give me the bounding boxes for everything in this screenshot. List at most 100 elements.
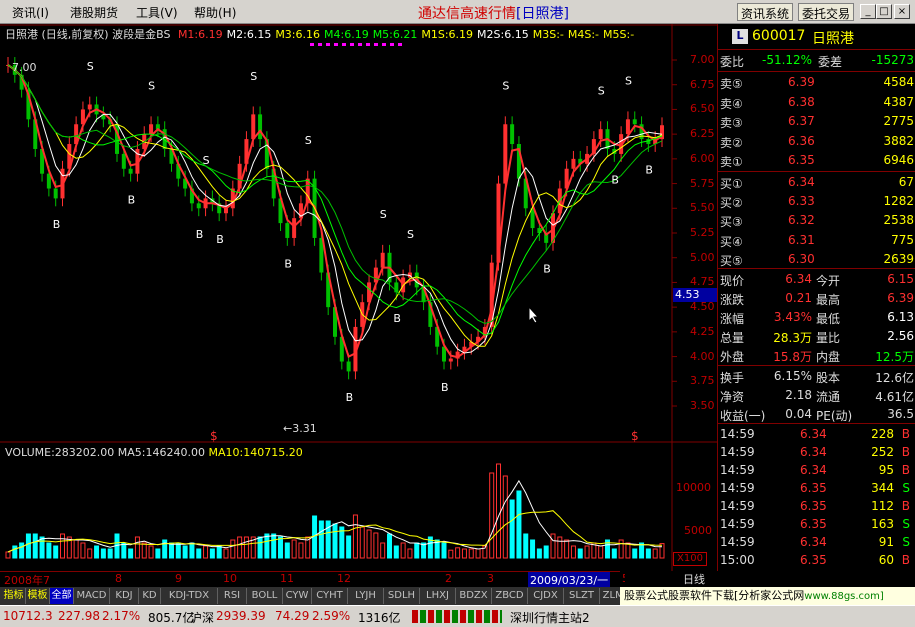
trade-button[interactable]: 委托交易 bbox=[798, 3, 855, 21]
sell-mark: S bbox=[502, 80, 509, 93]
price-tick: 5.00 bbox=[690, 250, 715, 264]
tab-zbcd[interactable]: ZBCD bbox=[492, 588, 528, 604]
close-button[interactable]: × bbox=[894, 4, 910, 19]
tick-row[interactable]: 14:59 6.34 228 B bbox=[718, 425, 915, 444]
volume-bar bbox=[496, 463, 501, 559]
sell-mark: S bbox=[407, 228, 414, 241]
volume-bar bbox=[87, 548, 93, 559]
tick-volume: 91 bbox=[878, 535, 894, 549]
period-label[interactable]: 日线 bbox=[625, 571, 717, 587]
high-label: 7.00 bbox=[12, 61, 37, 74]
sell-level-row[interactable]: 卖④ 6.38 4387 bbox=[718, 93, 915, 112]
sh-amount: 805.7亿 bbox=[148, 611, 195, 625]
tab-模板[interactable]: 模板 bbox=[26, 588, 50, 604]
tick-time: 14:59 bbox=[720, 427, 755, 441]
menu-tools[interactable]: 工具(V) bbox=[136, 4, 178, 21]
tab-kd[interactable]: KD bbox=[139, 588, 161, 604]
volume-bar bbox=[134, 536, 140, 559]
tab-bdzx[interactable]: BDZX bbox=[456, 588, 492, 604]
candle-body bbox=[503, 124, 508, 184]
buy-level-row[interactable]: 买③ 6.32 2538 bbox=[718, 211, 915, 230]
tab-kdj[interactable]: KDJ bbox=[110, 588, 139, 604]
ma-label: M2:6.15 bbox=[226, 28, 272, 41]
candle-body bbox=[121, 153, 126, 169]
volume-bar bbox=[291, 539, 297, 559]
sz-label: 沪深 bbox=[190, 611, 215, 625]
tab-rsi[interactable]: RSI bbox=[218, 588, 247, 604]
tick-row[interactable]: 14:59 6.34 91 S bbox=[718, 533, 915, 552]
menu-info[interactable]: 资讯(I) bbox=[12, 4, 49, 21]
date-label: 3 bbox=[487, 572, 494, 585]
stat-value: 28.3万 bbox=[773, 331, 812, 345]
tick-row[interactable]: 14:59 6.34 252 B bbox=[718, 443, 915, 462]
volume-bar bbox=[182, 545, 188, 559]
volume-bar bbox=[564, 539, 570, 559]
maximize-button[interactable]: □ bbox=[876, 4, 892, 19]
tab-lyjh[interactable]: LYJH bbox=[348, 588, 384, 604]
download-banner[interactable]: 股票公式股票软件下载[分析家公式网www.88gs.com] bbox=[620, 587, 915, 605]
signal-dot bbox=[374, 43, 378, 46]
fundamental-label: 净资 bbox=[720, 390, 745, 404]
volume-bar bbox=[5, 551, 11, 559]
stat-value: 3.43% bbox=[773, 310, 812, 324]
volume-bar bbox=[516, 490, 522, 559]
stat-label: 涨跌 bbox=[720, 293, 745, 307]
buy-level-row[interactable]: 买② 6.33 1282 bbox=[718, 192, 915, 211]
signal-dot bbox=[310, 43, 314, 46]
tab-macd[interactable]: MACD bbox=[74, 588, 110, 604]
volume-tick-10000: 10000 bbox=[676, 481, 711, 494]
buy-mark: B bbox=[53, 218, 61, 231]
tab-cyw[interactable]: CYW bbox=[283, 588, 312, 604]
ma-label: M3S:- bbox=[532, 28, 564, 41]
level-price: 6.38 bbox=[788, 94, 815, 109]
volume-bar bbox=[645, 548, 651, 559]
volume-bar bbox=[359, 526, 365, 559]
tab-cjdx[interactable]: CJDX bbox=[528, 588, 564, 604]
kline-chart[interactable]: B S B S B S B S B S B S B S B S B S B S B 日照港 (日线,前复权) 波段是金B… bbox=[0, 24, 717, 571]
minimize-button[interactable]: _ bbox=[860, 4, 876, 19]
volume-bar bbox=[652, 548, 658, 559]
menu-hk-futures[interactable]: 港股期货 bbox=[70, 4, 118, 21]
tick-row[interactable]: 14:59 6.35 344 S bbox=[718, 479, 915, 498]
server-name[interactable]: 深圳行情主站2 bbox=[510, 609, 590, 626]
buy-level-row[interactable]: 买⑤ 6.30 2639 bbox=[718, 250, 915, 269]
sell-mark: S bbox=[305, 134, 312, 147]
tick-row[interactable]: 15:00 6.35 60 B bbox=[718, 551, 915, 570]
tab-lhxj[interactable]: LHXJ bbox=[420, 588, 456, 604]
buy-level-row[interactable]: 买④ 6.31 775 bbox=[718, 231, 915, 250]
info-system-button[interactable]: 资讯系统 bbox=[737, 3, 794, 21]
menu-help[interactable]: 帮助(H) bbox=[194, 4, 236, 21]
ma-label: M4S:- bbox=[567, 28, 600, 41]
tick-row[interactable]: 14:59 6.35 112 B bbox=[718, 497, 915, 516]
tick-price: 6.35 bbox=[800, 517, 827, 531]
tick-row[interactable]: 14:59 6.34 95 B bbox=[718, 461, 915, 480]
volume-bar bbox=[257, 536, 263, 559]
tab-cyht[interactable]: CYHT bbox=[312, 588, 348, 604]
tab-kdj-tdx[interactable]: KDJ-TDX bbox=[161, 588, 218, 604]
tab-sdlh[interactable]: SDLH bbox=[384, 588, 420, 604]
sell-mark: S bbox=[380, 208, 387, 221]
stat-label: 涨幅 bbox=[720, 312, 745, 326]
tab-全部[interactable]: 全部 bbox=[50, 588, 74, 604]
ma-label: M1:6.19 bbox=[177, 28, 223, 41]
level-label: 买② bbox=[720, 196, 743, 211]
level-label: 卖① bbox=[720, 155, 743, 170]
sell-level-row[interactable]: 卖① 6.35 6946 bbox=[718, 151, 915, 170]
candle-body bbox=[53, 188, 58, 199]
signal-dot bbox=[326, 43, 330, 46]
sell-level-row[interactable]: 卖② 6.36 3882 bbox=[718, 132, 915, 151]
tab-slzt[interactable]: SLZT bbox=[564, 588, 600, 604]
tick-row[interactable]: 14:59 6.35 163 S bbox=[718, 515, 915, 534]
tab-指标[interactable]: 指标 bbox=[2, 588, 26, 604]
volume-bar bbox=[19, 542, 25, 559]
volume-value: VOLUME:283202.00 bbox=[5, 446, 115, 459]
tick-volume: 228 bbox=[871, 427, 894, 441]
sell-level-row[interactable]: 卖③ 6.37 2775 bbox=[718, 112, 915, 131]
stat-label: 今开 bbox=[816, 274, 841, 288]
buy-level-row[interactable]: 买① 6.34 67 bbox=[718, 173, 915, 192]
app-title-stock: [日照港] bbox=[516, 6, 569, 22]
sell-level-row[interactable]: 卖⑤ 6.39 4584 bbox=[718, 73, 915, 92]
tab-boll[interactable]: BOLL bbox=[247, 588, 283, 604]
volume-bar bbox=[441, 542, 447, 559]
tick-price: 6.35 bbox=[800, 499, 827, 513]
